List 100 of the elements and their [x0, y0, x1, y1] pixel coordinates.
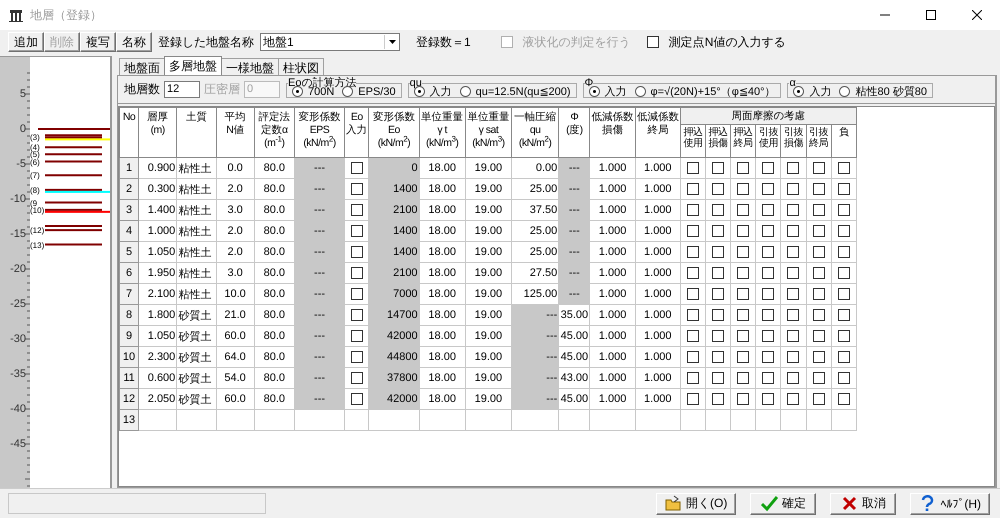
checkbox[interactable]: [350, 309, 363, 322]
checkbox[interactable]: [350, 330, 363, 342]
checkbox[interactable]: [712, 288, 724, 300]
checkbox[interactable]: [712, 246, 724, 258]
checkbox[interactable]: [838, 267, 850, 280]
checkbox[interactable]: [812, 204, 825, 216]
checkbox[interactable]: [762, 225, 774, 238]
checkbox[interactable]: [787, 225, 800, 238]
checkbox[interactable]: [787, 183, 800, 196]
checkbox[interactable]: [812, 372, 825, 384]
checkbox[interactable]: [838, 225, 850, 238]
checkbox[interactable]: [838, 183, 850, 196]
checkbox[interactable]: [686, 267, 699, 280]
checkbox[interactable]: [686, 393, 699, 406]
checkbox[interactable]: [350, 204, 363, 216]
checkbox[interactable]: [686, 204, 699, 216]
checkbox[interactable]: [712, 351, 724, 364]
checkbox[interactable]: [787, 288, 800, 300]
checkbox[interactable]: [646, 36, 659, 48]
checkbox[interactable]: [350, 351, 363, 364]
toolbar-button[interactable]: 複写: [80, 32, 116, 52]
checkbox[interactable]: [737, 162, 750, 174]
tab[interactable]: 一様地盤: [221, 58, 279, 75]
checkbox[interactable]: [838, 393, 850, 406]
checkbox[interactable]: [762, 372, 774, 384]
ground-name-dropdown[interactable]: 地盤1: [260, 33, 400, 51]
checkbox[interactable]: [812, 162, 825, 174]
checkbox[interactable]: [762, 246, 774, 258]
checkbox[interactable]: [350, 372, 363, 384]
checkbox[interactable]: [762, 309, 774, 322]
checkbox[interactable]: [737, 246, 750, 258]
checkbox[interactable]: [350, 246, 363, 258]
dialog-button[interactable]: 取消: [830, 492, 896, 514]
checkbox[interactable]: [787, 204, 800, 216]
dialog-button[interactable]: ﾍﾙﾌﾟ(H): [910, 492, 990, 514]
tab[interactable]: 地盤面: [119, 58, 165, 75]
checkbox[interactable]: [838, 162, 850, 174]
checkbox[interactable]: [787, 246, 800, 258]
checkbox[interactable]: [762, 330, 774, 342]
checkbox[interactable]: [686, 183, 699, 196]
checkbox[interactable]: [787, 351, 800, 364]
checkbox[interactable]: [812, 351, 825, 364]
checkbox[interactable]: [350, 393, 363, 406]
checkbox[interactable]: [712, 225, 724, 238]
radio-button[interactable]: [793, 86, 804, 97]
checkbox[interactable]: [737, 204, 750, 216]
checkbox[interactable]: [712, 372, 724, 384]
checkbox[interactable]: [838, 204, 850, 216]
checkbox[interactable]: [838, 288, 850, 300]
checkbox[interactable]: [712, 267, 724, 280]
checkbox[interactable]: [350, 162, 363, 174]
checkbox[interactable]: [812, 267, 825, 280]
checkbox[interactable]: [787, 372, 800, 384]
checkbox[interactable]: [737, 372, 750, 384]
checkbox[interactable]: [737, 309, 750, 322]
checkbox[interactable]: [712, 330, 724, 342]
checkbox[interactable]: [686, 288, 699, 300]
checkbox[interactable]: [686, 309, 699, 322]
checkbox[interactable]: [686, 330, 699, 342]
checkbox[interactable]: [838, 309, 850, 322]
checkbox[interactable]: [812, 183, 825, 196]
checkbox[interactable]: [812, 309, 825, 322]
checkbox[interactable]: [762, 204, 774, 216]
checkbox[interactable]: [686, 351, 699, 364]
checkbox[interactable]: [712, 309, 724, 322]
checkbox[interactable]: [838, 372, 850, 384]
checkbox[interactable]: [787, 309, 800, 322]
checkbox[interactable]: [737, 183, 750, 196]
checkbox[interactable]: [712, 393, 724, 406]
checkbox[interactable]: [762, 267, 774, 280]
checkbox[interactable]: [762, 162, 774, 174]
checkbox[interactable]: [812, 288, 825, 300]
checkbox[interactable]: [838, 246, 850, 258]
checkbox[interactable]: [812, 393, 825, 406]
checkbox[interactable]: [737, 351, 750, 364]
radio-button[interactable]: [342, 86, 354, 97]
checkbox[interactable]: [787, 393, 800, 406]
checkbox[interactable]: [350, 267, 363, 280]
layer-count-field[interactable]: 12: [164, 81, 200, 98]
checkbox[interactable]: [762, 351, 774, 364]
checkbox[interactable]: [762, 393, 774, 406]
tab[interactable]: 多層地盤: [164, 56, 222, 75]
radio-button[interactable]: [839, 86, 850, 97]
checkbox[interactable]: [712, 204, 724, 216]
tab[interactable]: 柱状図: [278, 58, 324, 75]
checkbox[interactable]: [686, 162, 699, 174]
checkbox[interactable]: [350, 288, 363, 300]
checkbox[interactable]: [737, 267, 750, 280]
checkbox[interactable]: [812, 330, 825, 342]
checkbox[interactable]: [762, 183, 774, 196]
toolbar-button[interactable]: 名称: [116, 32, 152, 52]
radio-button[interactable]: [292, 86, 303, 97]
checkbox[interactable]: [787, 267, 800, 280]
checkbox[interactable]: [838, 330, 850, 342]
checkbox[interactable]: [686, 225, 699, 238]
radio-button[interactable]: [588, 86, 600, 97]
checkbox[interactable]: [712, 162, 724, 174]
checkbox[interactable]: [737, 288, 750, 300]
checkbox[interactable]: [812, 225, 825, 238]
dialog-button[interactable]: 開く(O): [656, 492, 736, 514]
